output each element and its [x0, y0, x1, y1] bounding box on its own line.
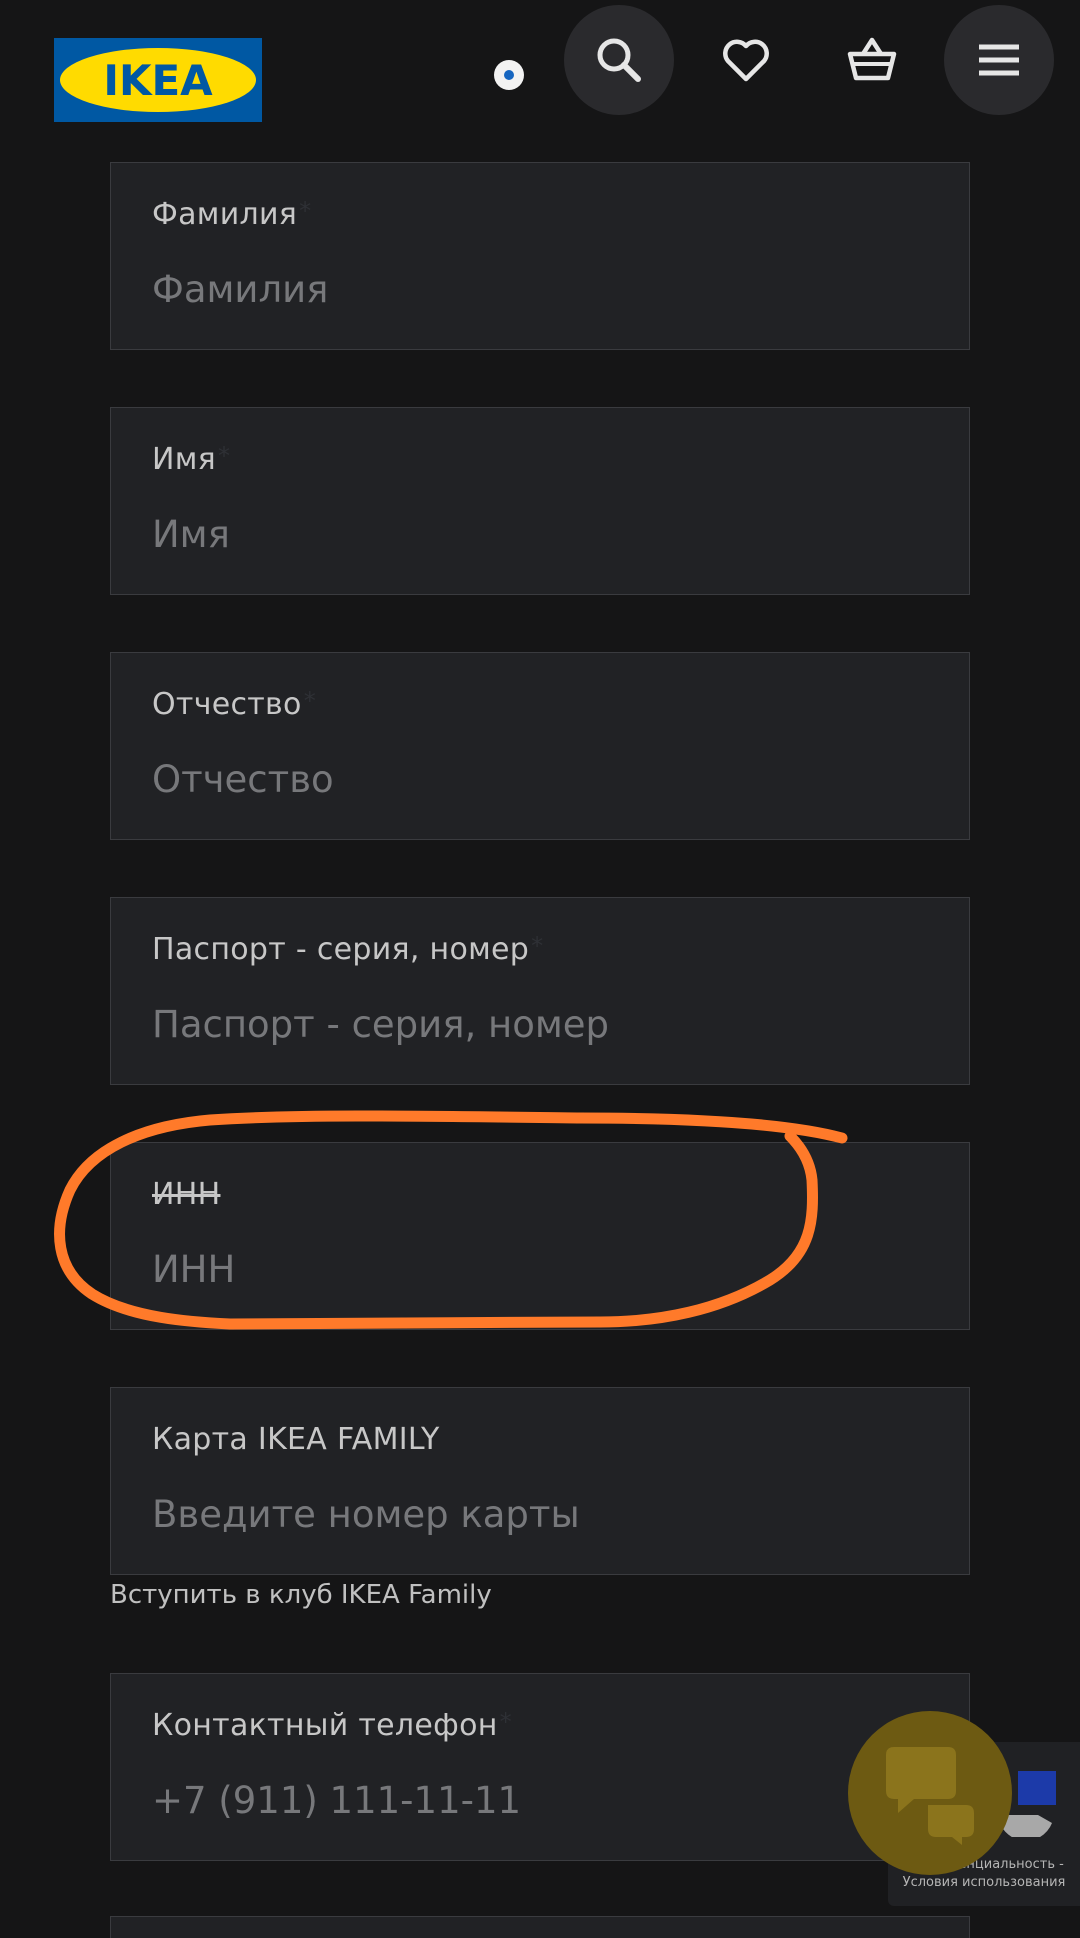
status-dot-icon: [494, 60, 524, 90]
first-name-field: Имя*: [110, 407, 970, 595]
search-button[interactable]: [564, 5, 674, 115]
menu-button[interactable]: [944, 5, 1054, 115]
recaptcha-terms-link[interactable]: Условия использования: [888, 1874, 1080, 1892]
hamburger-menu-icon: [979, 44, 1019, 76]
required-mark: *: [499, 1708, 512, 1736]
chat-bubbles-icon: [886, 1747, 974, 1845]
required-mark: *: [303, 687, 316, 715]
heart-icon: [723, 39, 769, 82]
phone-input[interactable]: [152, 1770, 912, 1830]
chat-button[interactable]: [848, 1711, 1012, 1875]
required-mark: *: [531, 932, 544, 960]
inn-field: ИНН: [110, 1142, 970, 1330]
passport-field: Паспорт - серия, номер*: [110, 897, 970, 1085]
inn-label: ИНН: [152, 1177, 221, 1212]
last-name-input[interactable]: [152, 259, 912, 319]
checkout-form-page: IKEA Фамилия* Фамилия Имя* Имя Отчество*…: [0, 0, 1080, 1938]
join-ikea-family-link[interactable]: Вступить в клуб IKEA Family: [110, 1580, 492, 1610]
inn-input[interactable]: [152, 1239, 912, 1299]
required-mark: *: [218, 442, 231, 470]
family-card-field: Карта IKEA FAMILY: [110, 1387, 970, 1575]
ikea-logo[interactable]: IKEA: [54, 38, 262, 122]
first-name-input[interactable]: [152, 504, 912, 564]
patronymic-input[interactable]: [152, 749, 912, 809]
basket-icon: [847, 37, 897, 81]
patronymic-field: Отчество*: [110, 652, 970, 840]
next-field-partial[interactable]: [110, 1916, 970, 1938]
favorites-button[interactable]: [691, 5, 801, 115]
first-name-label: Имя*: [152, 442, 231, 477]
passport-input[interactable]: [152, 994, 912, 1054]
phone-field: Контактный телефон*: [110, 1673, 970, 1861]
last-name-label: Фамилия*: [152, 197, 312, 232]
logo-text: IKEA: [103, 56, 213, 105]
phone-label: Контактный телефон*: [152, 1708, 512, 1743]
patronymic-label: Отчество*: [152, 687, 316, 722]
required-mark: *: [299, 197, 312, 225]
passport-label: Паспорт - серия, номер*: [152, 932, 544, 967]
family-card-label: Карта IKEA FAMILY: [152, 1422, 440, 1457]
site-header: IKEA: [0, 0, 1080, 150]
family-card-input[interactable]: [152, 1484, 912, 1544]
search-icon: [597, 38, 641, 82]
last-name-field: Фамилия*: [110, 162, 970, 350]
cart-button[interactable]: [817, 5, 927, 115]
